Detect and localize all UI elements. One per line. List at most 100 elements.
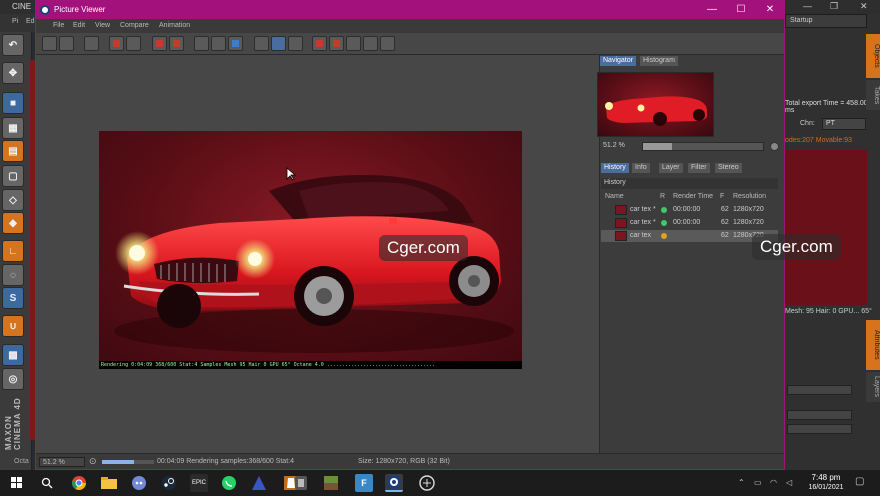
navigator-slider-fill: [643, 143, 672, 150]
cube-icon[interactable]: ■: [2, 92, 24, 114]
grid-icon[interactable]: ▤: [2, 140, 24, 162]
clock-date[interactable]: 16/01/2021: [801, 484, 851, 491]
image-size-text: Size: 1280x720, RGB (32 Bit): [358, 458, 450, 465]
tab-attributes[interactable]: Attributes: [866, 320, 880, 370]
menu-view[interactable]: View: [95, 22, 110, 29]
battery-icon[interactable]: ▭: [754, 478, 762, 487]
layout-dropdown[interactable]: Startup: [785, 14, 867, 28]
magnet-icon[interactable]: ∪: [2, 315, 24, 337]
zoom-dropdown-icon[interactable]: ⊙: [89, 456, 97, 467]
notification-icon[interactable]: ▢: [855, 476, 864, 487]
maxon-logo: MAXON CINEMA 4D: [4, 397, 22, 450]
image-canvas[interactable]: Rendering 0:04:09 368/600 Stat:4 Samples…: [36, 55, 599, 453]
history-frame: 62: [721, 232, 729, 239]
tab-takes[interactable]: Takes: [866, 80, 880, 110]
compare-a-icon[interactable]: [312, 36, 327, 51]
chevron-up-icon[interactable]: ⌃: [738, 478, 745, 487]
app2-icon[interactable]: [292, 474, 310, 492]
history-row[interactable]: car tex * 00:00:00 62 1280x720: [601, 217, 778, 229]
menu-file[interactable]: File: [53, 22, 64, 29]
compare-b-icon[interactable]: [329, 36, 344, 51]
tab-history[interactable]: History: [601, 163, 629, 173]
box-icon[interactable]: ▢: [2, 165, 24, 187]
swap-icon[interactable]: [346, 36, 361, 51]
chrome-icon[interactable]: [70, 474, 88, 492]
frame-icon[interactable]: [194, 36, 209, 51]
attribute-field[interactable]: [787, 385, 852, 395]
navigator-zoom-button[interactable]: [770, 142, 779, 151]
status-dot: [661, 233, 667, 239]
menu-item[interactable]: Pi: [12, 18, 18, 25]
navigator-zoom-text: 51.2 %: [603, 142, 625, 149]
f-icon[interactable]: F: [355, 474, 373, 492]
clock-time[interactable]: 7:48 pm: [806, 473, 846, 482]
menu-edit[interactable]: Edit: [73, 22, 85, 29]
windows-icon[interactable]: [8, 474, 26, 492]
axis-icon[interactable]: ∟: [2, 240, 24, 262]
globe-icon[interactable]: [228, 36, 243, 51]
zoom-field[interactable]: 51.2 %: [39, 457, 85, 467]
render-stats-text: Mesh: 95 Hair: 0 GPU... 65°: [785, 308, 872, 315]
lock-icon[interactable]: ◎: [2, 368, 24, 390]
split-icon[interactable]: [363, 36, 378, 51]
close-icon[interactable]: ✕: [757, 2, 783, 18]
close-icon[interactable]: ✕: [860, 1, 868, 12]
search-icon[interactable]: [38, 474, 56, 492]
copy-icon[interactable]: [152, 36, 167, 51]
poly-icon[interactable]: ◆: [2, 212, 24, 234]
attribute-field[interactable]: [787, 424, 852, 434]
compare-ab-icon[interactable]: [254, 36, 269, 51]
tab-info[interactable]: Info: [632, 163, 650, 173]
whatsapp-icon[interactable]: [220, 474, 238, 492]
navigator-zoom-slider[interactable]: [642, 142, 764, 151]
maximize-icon[interactable]: ☐: [728, 2, 754, 18]
wifi-icon[interactable]: ◠: [770, 478, 777, 487]
maximize-icon[interactable]: ❐: [830, 1, 838, 12]
undo-icon[interactable]: ↶: [2, 34, 24, 56]
open-icon[interactable]: [42, 36, 57, 51]
film-icon[interactable]: [84, 36, 99, 51]
tab-filter[interactable]: Filter: [688, 163, 710, 173]
tab-navigator[interactable]: Navigator: [600, 56, 636, 66]
app3-icon[interactable]: [418, 474, 436, 492]
workplane-icon[interactable]: ▩: [2, 344, 24, 366]
menu-item[interactable]: Ed: [26, 18, 35, 25]
mouse-icon[interactable]: ◌: [2, 264, 24, 286]
paste-icon[interactable]: [169, 36, 184, 51]
grid-view-icon[interactable]: [380, 36, 395, 51]
edge-icon[interactable]: ◇: [2, 189, 24, 211]
minecraft-icon[interactable]: [322, 474, 340, 492]
save-icon[interactable]: [59, 36, 74, 51]
tab-histogram[interactable]: Histogram: [640, 56, 678, 66]
minimize-icon[interactable]: —: [803, 1, 812, 11]
navigator-thumbnail[interactable]: [597, 72, 714, 137]
tab-layers[interactable]: Layers: [866, 372, 880, 402]
tab-stereo[interactable]: Stereo: [715, 163, 742, 173]
steam-icon[interactable]: [160, 474, 178, 492]
toggle-icon[interactable]: [288, 36, 303, 51]
menu-animation[interactable]: Animation: [159, 22, 190, 29]
fit-icon[interactable]: [271, 36, 286, 51]
frame2-icon[interactable]: [211, 36, 226, 51]
history-row[interactable]: car tex * 00:00:00 62 1280x720: [601, 204, 778, 216]
render-region-icon[interactable]: [109, 36, 124, 51]
explorer-icon[interactable]: [100, 474, 118, 492]
menu-compare[interactable]: Compare: [120, 22, 149, 29]
attribute-field[interactable]: [787, 410, 852, 420]
tab-objects[interactable]: Objects: [866, 34, 880, 78]
channel-dropdown[interactable]: PT: [822, 118, 866, 130]
app-icon[interactable]: [250, 474, 268, 492]
history-name: car tex: [630, 232, 652, 239]
chn-label: Chn:: [800, 120, 815, 127]
stop-icon[interactable]: [126, 36, 141, 51]
checker-icon[interactable]: ▦: [2, 117, 24, 139]
epic-icon[interactable]: EPIC: [190, 474, 208, 492]
move-icon[interactable]: ✥: [2, 62, 24, 84]
tab-layer[interactable]: Layer: [659, 163, 683, 173]
snap-icon[interactable]: S: [2, 287, 24, 309]
volume-icon[interactable]: ◁: [786, 478, 792, 487]
minimize-icon[interactable]: —: [699, 2, 725, 18]
cinema4d-icon[interactable]: [385, 474, 403, 492]
col-r: R: [660, 193, 666, 200]
discord-icon[interactable]: [130, 474, 148, 492]
